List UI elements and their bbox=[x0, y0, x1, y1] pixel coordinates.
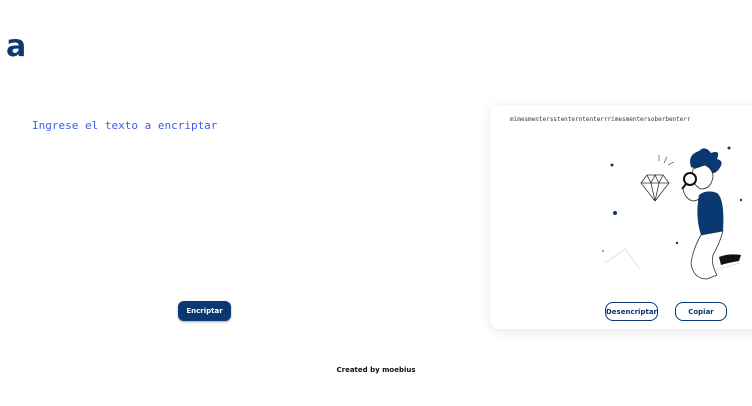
output-panel: mimesmentersstenterntenterrrimesmenterso… bbox=[490, 105, 752, 329]
decor-dot bbox=[602, 250, 604, 252]
illustration bbox=[602, 146, 743, 280]
decor-dot bbox=[727, 146, 731, 150]
sparkle bbox=[658, 155, 675, 166]
footer-credit: Created by moebius bbox=[336, 366, 416, 374]
magnifier bbox=[683, 172, 697, 186]
person-shirt bbox=[697, 191, 724, 235]
decor-dot bbox=[613, 211, 617, 215]
encrypt-button[interactable]: Encriptar bbox=[178, 301, 231, 321]
diamond bbox=[640, 174, 670, 202]
person-arm bbox=[682, 188, 702, 202]
decor-dot bbox=[739, 198, 743, 202]
copy-button[interactable]: Copiar bbox=[675, 302, 727, 321]
output-text: mimesmentersstenterntenterrrimesmenterso… bbox=[510, 116, 691, 123]
decor-dot bbox=[610, 163, 614, 167]
decor-dot bbox=[675, 241, 679, 245]
logo: a bbox=[6, 29, 27, 64]
text-input[interactable] bbox=[32, 112, 432, 290]
decrypt-button[interactable]: Desencriptar bbox=[605, 302, 658, 321]
person-legs bbox=[690, 230, 724, 280]
